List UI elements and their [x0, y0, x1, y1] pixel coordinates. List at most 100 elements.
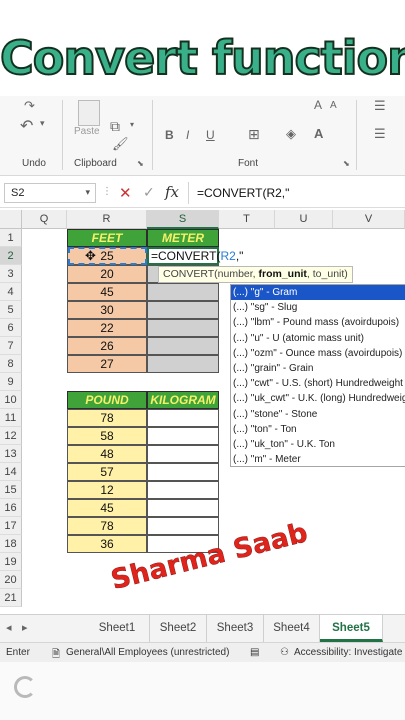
select-all-corner[interactable] — [0, 210, 22, 229]
enter-check-icon[interactable]: ✓ — [143, 184, 155, 201]
pound-value-cell[interactable]: 58 — [67, 427, 147, 445]
unit-option[interactable]: (...) "lbm" - Pound mass (avoirdupois) — [231, 315, 405, 330]
pound-value-cell[interactable]: 78 — [67, 517, 147, 535]
kilogram-value-cell[interactable] — [147, 499, 219, 517]
kilogram-header-cell[interactable]: KILOGRAM — [147, 391, 219, 409]
scroll-tabs-right-icon[interactable]: ▸ — [22, 621, 28, 634]
row-header-7[interactable]: 7 — [0, 337, 22, 355]
unit-option[interactable]: (...) "ozm" - Ounce mass (avoirdupois) — [231, 346, 405, 361]
column-header-v[interactable]: V — [333, 210, 405, 229]
scroll-tabs-left-icon[interactable]: ◂ — [6, 621, 12, 634]
pound-value-cell[interactable]: 48 — [67, 445, 147, 463]
unit-autocomplete-list[interactable]: (...) "g" - Gram (...) "sg" - Slug (...) "… — [230, 284, 405, 467]
font-launcher-icon[interactable]: ⬊ — [343, 159, 350, 168]
formula-input[interactable]: =CONVERT(R2," — [197, 186, 289, 200]
meter-value-cell[interactable] — [147, 337, 219, 355]
kilogram-value-cell[interactable] — [147, 517, 219, 535]
kilogram-value-cell[interactable] — [147, 409, 219, 427]
column-header-r[interactable]: R — [67, 210, 147, 229]
pound-header-cell[interactable]: POUND — [67, 391, 147, 409]
fill-color-icon[interactable]: ◈ — [286, 126, 296, 142]
row-header-17[interactable]: 17 — [0, 517, 22, 535]
unit-option[interactable]: (...) "ton" - Ton — [231, 422, 405, 437]
row-header-1[interactable]: 1 — [0, 229, 22, 247]
row-header-14[interactable]: 14 — [0, 463, 22, 481]
sheet-tab-sheet4[interactable]: Sheet4 — [264, 615, 320, 642]
italic-button[interactable]: I — [186, 128, 189, 142]
paste-label[interactable]: Paste — [74, 126, 100, 137]
row-header-3[interactable]: 3 — [0, 265, 22, 283]
row-header-11[interactable]: 11 — [0, 409, 22, 427]
decrease-font-size-button[interactable]: A — [330, 100, 337, 111]
row-header-20[interactable]: 20 — [0, 571, 22, 589]
pound-value-cell[interactable]: 57 — [67, 463, 147, 481]
unit-option[interactable]: (...) "stone" - Stone — [231, 407, 405, 422]
column-header-q[interactable]: Q — [22, 210, 67, 229]
pound-value-cell[interactable]: 36 — [67, 535, 147, 553]
meter-value-cell[interactable] — [147, 319, 219, 337]
unit-option[interactable]: (...) "uk_ton" - U.K. Ton — [231, 437, 405, 452]
undo-icon[interactable]: ↶ — [20, 116, 33, 136]
feet-value-cell[interactable]: 30 — [67, 301, 147, 319]
row-header-13[interactable]: 13 — [0, 445, 22, 463]
feet-value-cell[interactable]: 25 — [67, 247, 147, 265]
row-header-10[interactable]: 10 — [0, 391, 22, 409]
row-header-16[interactable]: 16 — [0, 499, 22, 517]
kilogram-value-cell[interactable] — [147, 481, 219, 499]
redo-icon[interactable]: ↷ — [24, 98, 35, 114]
copy-icon[interactable]: ⧉ — [110, 118, 120, 135]
row-header-4[interactable]: 4 — [0, 283, 22, 301]
font-color-icon[interactable]: A — [314, 126, 323, 141]
feet-value-cell[interactable]: 20 — [67, 265, 147, 283]
underline-button[interactable]: U — [206, 128, 215, 142]
insert-function-icon[interactable]: fx — [165, 183, 179, 201]
unit-option[interactable]: (...) "u" - U (atomic mass unit) — [231, 331, 405, 346]
meter-value-cell[interactable] — [147, 283, 219, 301]
feet-value-cell[interactable]: 27 — [67, 355, 147, 373]
row-header-18[interactable]: 18 — [0, 535, 22, 553]
copy-dropdown-icon[interactable]: ▾ — [130, 120, 134, 129]
bold-button[interactable]: B — [165, 128, 174, 142]
unit-option[interactable]: (...) "g" - Gram — [231, 285, 405, 301]
align-top-icon[interactable]: ☰ — [374, 98, 386, 114]
increase-font-size-button[interactable]: A — [314, 98, 322, 112]
unit-option[interactable]: (...) "grain" - Grain — [231, 361, 405, 376]
meter-value-cell[interactable] — [147, 301, 219, 319]
row-header-8[interactable]: 8 — [0, 355, 22, 373]
column-header-s[interactable]: S — [147, 210, 219, 229]
name-box[interactable]: S2 ▾ — [4, 183, 96, 203]
paste-icon[interactable] — [78, 100, 100, 126]
sensitivity-label[interactable]: General\All Employees (unrestricted) — [66, 647, 229, 658]
refresh-icon[interactable] — [14, 676, 36, 698]
pound-value-cell[interactable]: 45 — [67, 499, 147, 517]
sheet-tab-sheet5[interactable]: Sheet5 — [320, 615, 383, 642]
sheet-tab-sheet2[interactable]: Sheet2 — [150, 615, 207, 642]
feet-value-cell[interactable]: 26 — [67, 337, 147, 355]
unit-option[interactable]: (...) "sg" - Slug — [231, 300, 405, 315]
meter-value-cell[interactable] — [147, 355, 219, 373]
unit-option[interactable]: (...) "m" - Meter — [231, 452, 405, 466]
meter-header-cell[interactable]: METER — [147, 229, 219, 247]
feet-value-cell[interactable]: 45 — [67, 283, 147, 301]
row-header-19[interactable]: 19 — [0, 553, 22, 571]
row-header-21[interactable]: 21 — [0, 589, 22, 607]
column-header-u[interactable]: U — [275, 210, 333, 229]
unit-option[interactable]: (...) "uk_cwt" - U.K. (long) Hundredweig… — [231, 391, 405, 406]
row-header-9[interactable]: 9 — [0, 373, 22, 391]
clipboard-launcher-icon[interactable]: ⬊ — [137, 159, 144, 168]
sheet-tab-sheet1[interactable]: Sheet1 — [85, 615, 150, 642]
cancel-icon[interactable]: ✕ — [119, 184, 132, 202]
row-header-5[interactable]: 5 — [0, 301, 22, 319]
borders-icon[interactable]: ⊞ — [248, 126, 260, 143]
feet-value-cell[interactable]: 22 — [67, 319, 147, 337]
undo-dropdown-icon[interactable]: ▾ — [40, 118, 45, 129]
pound-value-cell[interactable]: 12 — [67, 481, 147, 499]
unit-option[interactable]: (...) "cwt" - U.S. (short) Hundredweight — [231, 376, 405, 391]
accessibility-status[interactable]: Accessibility: Investigate — [294, 647, 402, 658]
kilogram-value-cell[interactable] — [147, 463, 219, 481]
kilogram-value-cell[interactable] — [147, 427, 219, 445]
column-header-t[interactable]: T — [219, 210, 275, 229]
editing-cell-s2[interactable]: =CONVERT(R2," — [147, 247, 243, 265]
row-header-2[interactable]: 2 — [0, 247, 22, 265]
align-left-icon[interactable]: ☰ — [374, 126, 386, 142]
